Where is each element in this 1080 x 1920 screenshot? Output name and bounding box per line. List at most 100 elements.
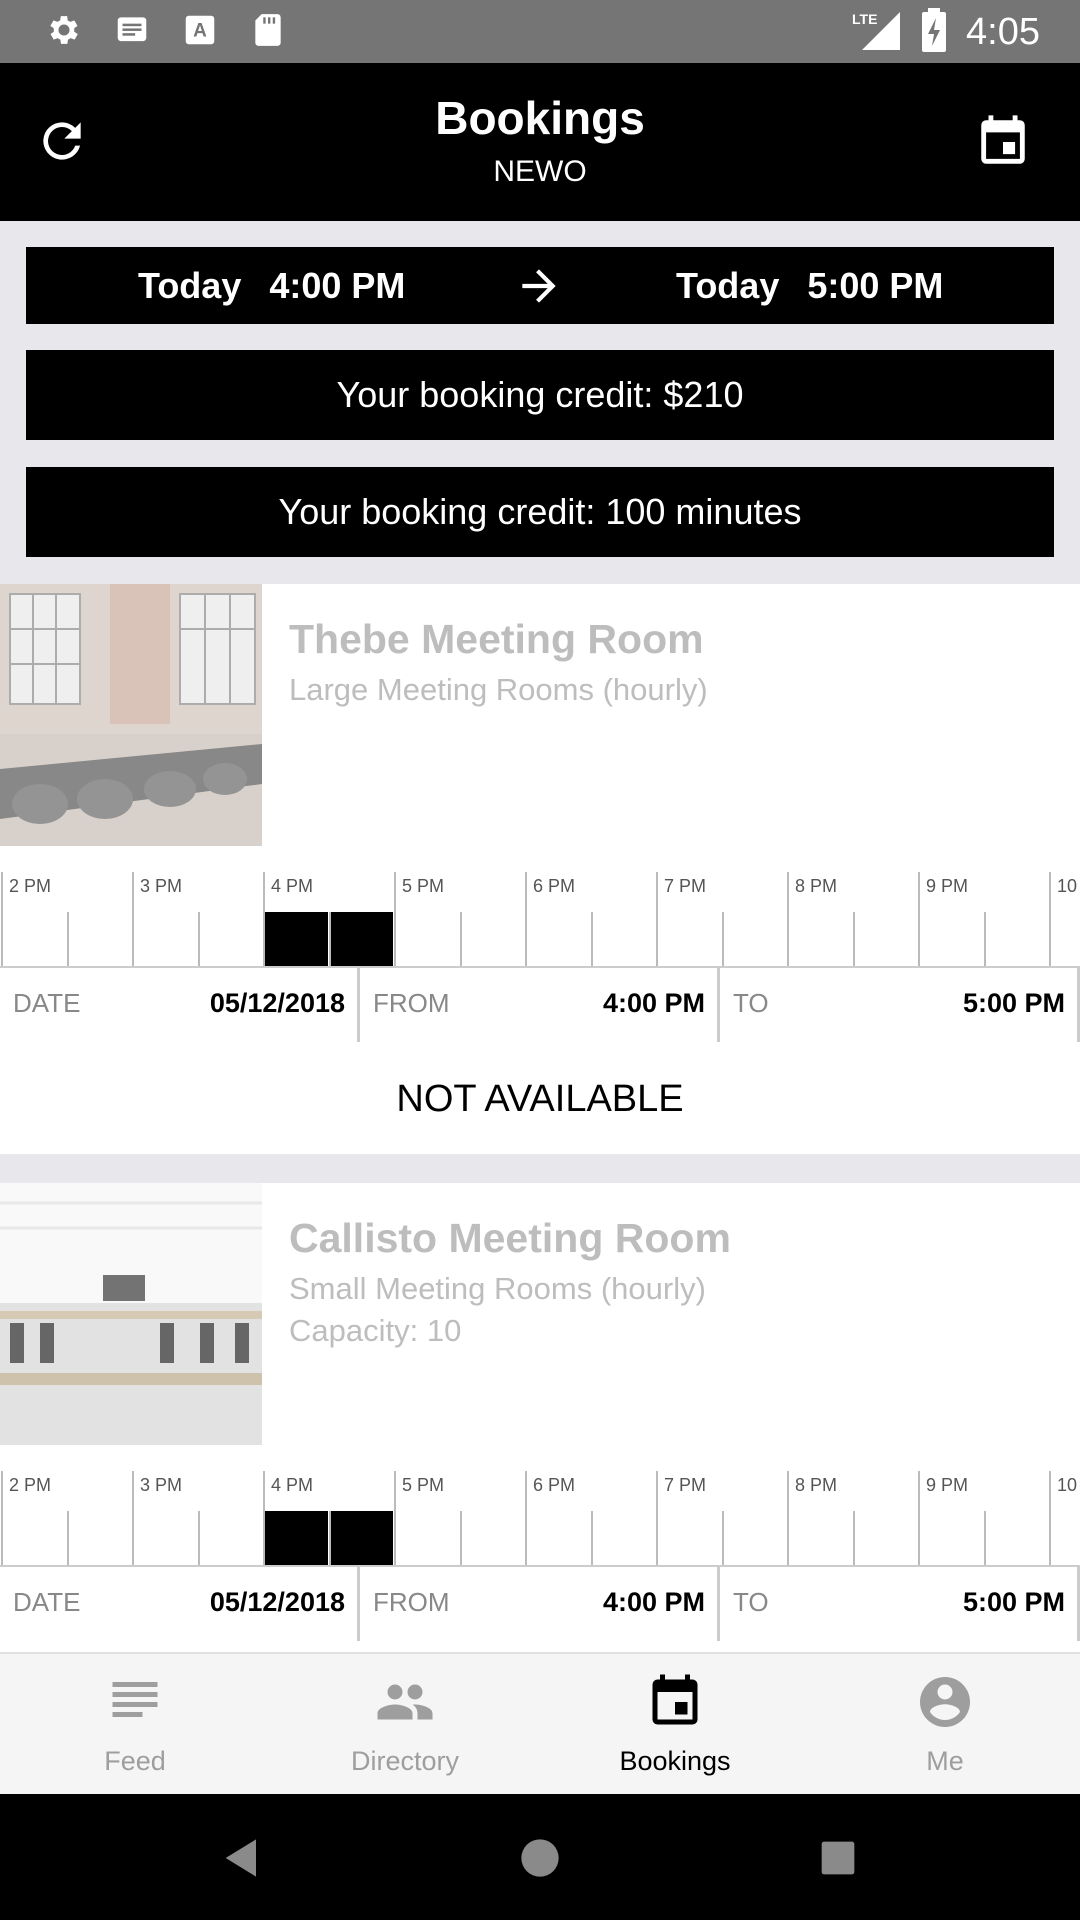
calendar-icon[interactable] xyxy=(974,113,1032,171)
timeline-hour-tick xyxy=(918,1471,920,1565)
timeline-selected-slot[interactable] xyxy=(330,912,393,966)
timeline-hour-label: 5 PM xyxy=(402,1475,445,1495)
feed-icon xyxy=(105,1672,165,1732)
clock: 4:05 xyxy=(966,11,1040,53)
nav-label: Me xyxy=(926,1746,964,1776)
timeline-hour-label: 2 PM xyxy=(9,1475,52,1495)
timeline-hour-tick xyxy=(132,872,134,966)
nav-label: Feed xyxy=(104,1746,166,1776)
room-name: Callisto Meeting Room xyxy=(289,1215,731,1261)
to-cell[interactable]: TO 5:00 PM xyxy=(720,968,1079,1042)
end-time[interactable]: Today 5:00 PM xyxy=(676,265,943,307)
date-cell[interactable]: DATE 05/12/2018 xyxy=(0,968,359,1042)
room-card[interactable]: Callisto Meeting Room Small Meeting Room… xyxy=(0,1183,1080,1652)
message-icon xyxy=(112,10,152,50)
recents-icon[interactable] xyxy=(810,1830,866,1886)
timeline-half-hour-tick xyxy=(721,912,724,966)
timeline-hour-label: 8 PM xyxy=(795,876,838,896)
timeline-hour-label: 10 xyxy=(1057,1475,1078,1495)
to-label: TO xyxy=(733,988,769,1018)
date-value: 05/12/2018 xyxy=(209,1587,345,1617)
timeline-half-hour-tick xyxy=(197,912,200,966)
nav-label: Bookings xyxy=(619,1746,731,1776)
timeline-selected-slot[interactable] xyxy=(330,1511,393,1565)
timeline-hour-tick xyxy=(1049,1471,1051,1565)
timeline-selected-slot[interactable] xyxy=(265,1511,328,1565)
from-cell[interactable]: FROM 4:00 PM xyxy=(360,968,719,1042)
page-title: Bookings xyxy=(435,92,645,144)
timeline-hour-label: 9 PM xyxy=(926,876,969,896)
lte-signal-icon: LTE xyxy=(852,8,902,57)
start-time[interactable]: Today 4:00 PM xyxy=(138,265,405,307)
timeline-hour-label: 10 xyxy=(1057,876,1078,896)
nav-directory[interactable]: Directory xyxy=(270,1654,540,1796)
timeline-hour-tick xyxy=(132,1471,134,1565)
timeline-hour-tick xyxy=(525,872,527,966)
settings-icon xyxy=(44,10,84,50)
timeline-half-hour-tick xyxy=(590,912,593,966)
availability-timeline[interactable]: 2 PM 3 PM 4 PM 5 PM 6 PM 7 PM 8 PM 9 PM 10 xyxy=(0,1471,1080,1567)
to-cell[interactable]: TO 5:00 PM xyxy=(720,1567,1079,1641)
timeline-half-hour-tick xyxy=(459,912,462,966)
timeline-hour-label: 7 PM xyxy=(664,1475,707,1495)
timeline-hour-tick xyxy=(1049,872,1051,966)
timeline-half-hour-tick xyxy=(66,1511,69,1565)
timeline-hour-tick xyxy=(394,1471,396,1565)
timeline-half-hour-tick xyxy=(852,1511,855,1565)
timeline-hour-tick xyxy=(394,872,396,966)
timeline-hour-tick xyxy=(525,1471,527,1565)
font-icon: A xyxy=(180,10,220,50)
date-cell[interactable]: DATE 05/12/2018 xyxy=(0,1567,359,1641)
sd-card-icon xyxy=(248,10,288,50)
timeline-hour-label: 9 PM xyxy=(926,1475,969,1495)
status-bar: A LTE 4:05 xyxy=(0,0,1080,63)
date-label: DATE xyxy=(13,1587,81,1617)
time-range-bar[interactable]: Today 4:00 PM Today 5:00 PM xyxy=(26,247,1054,324)
nav-me[interactable]: Me xyxy=(810,1654,1080,1796)
timeline-hour-label: 7 PM xyxy=(664,876,707,896)
from-label: FROM xyxy=(373,988,450,1018)
date-value: 05/12/2018 xyxy=(209,988,345,1018)
room-card[interactable]: Thebe Meeting Room Large Meeting Rooms (… xyxy=(0,584,1080,1154)
page-subtitle: NEWO xyxy=(493,155,587,188)
bottom-navigation: Feed Directory Bookings Me xyxy=(0,1652,1080,1794)
timeline-hour-tick xyxy=(1,872,3,966)
timeline-hour-label: 4 PM xyxy=(271,1475,314,1495)
home-icon[interactable] xyxy=(512,1830,568,1886)
to-value: 5:00 PM xyxy=(962,1587,1065,1617)
nav-bookings[interactable]: Bookings xyxy=(540,1654,810,1796)
room-photo xyxy=(0,584,262,846)
from-value: 4:00 PM xyxy=(602,988,705,1018)
timeline-hour-tick xyxy=(1,1471,3,1565)
timeline-selected-slot[interactable] xyxy=(265,912,328,966)
room-type: Small Meeting Rooms (hourly) xyxy=(289,1271,706,1306)
room-type: Large Meeting Rooms (hourly) xyxy=(289,672,708,707)
to-label: TO xyxy=(733,1587,769,1617)
timeline-half-hour-tick xyxy=(66,912,69,966)
to-value: 5:00 PM xyxy=(962,988,1065,1018)
timeline-hour-label: 6 PM xyxy=(533,876,576,896)
system-navigation-bar xyxy=(0,1794,1080,1920)
nav-label: Directory xyxy=(350,1746,459,1776)
timeline-half-hour-tick xyxy=(983,1511,986,1565)
from-label: FROM xyxy=(373,1587,450,1617)
timeline-hour-label: 4 PM xyxy=(271,876,314,896)
timeline-half-hour-tick xyxy=(721,1511,724,1565)
arrow-right-icon xyxy=(514,261,564,311)
room-name: Thebe Meeting Room xyxy=(289,616,704,662)
room-capacity: Capacity: 10 xyxy=(289,1313,462,1348)
credit-money: Your booking credit: $210 xyxy=(26,350,1054,440)
timeline-half-hour-tick xyxy=(852,912,855,966)
timeline-hour-tick xyxy=(787,1471,789,1565)
timeline-half-hour-tick xyxy=(197,1511,200,1565)
timeline-hour-label: 8 PM xyxy=(795,1475,838,1495)
timeline-half-hour-tick xyxy=(983,912,986,966)
nav-feed[interactable]: Feed xyxy=(0,1654,270,1796)
back-icon[interactable] xyxy=(214,1830,270,1886)
timeline-half-hour-tick xyxy=(590,1511,593,1565)
availability-timeline[interactable]: 2 PM 3 PM 4 PM 5 PM 6 PM 7 PM 8 PM 9 PM 10 xyxy=(0,872,1080,968)
from-cell[interactable]: FROM 4:00 PM xyxy=(360,1567,719,1641)
from-value: 4:00 PM xyxy=(602,1587,705,1617)
svg-text:LTE: LTE xyxy=(852,11,877,27)
timeline-hour-label: 3 PM xyxy=(140,876,183,896)
